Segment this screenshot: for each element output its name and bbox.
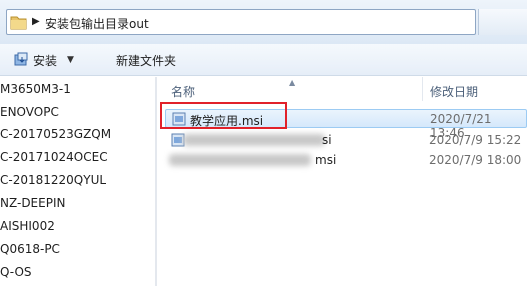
breadcrumb-arrow-icon[interactable]: ▶ xyxy=(32,16,40,27)
column-date-header[interactable]: 修改日期 xyxy=(430,83,478,100)
nav-item-computer[interactable]: C-20171024OCEC xyxy=(0,150,108,168)
command-toolbar: 安装 ▼ 新建文件夹 xyxy=(0,44,527,76)
folder-icon xyxy=(10,16,27,30)
nav-item-computer[interactable]: AISHI002 xyxy=(0,219,55,237)
file-name: 教学应用.msi xyxy=(190,114,264,128)
file-modified-date: 2020/7/9 15:22 xyxy=(429,133,522,147)
file-modified-date: 2020/7/9 18:00 xyxy=(429,153,522,167)
new-folder-label: 新建文件夹 xyxy=(116,53,177,68)
nav-item-computer[interactable]: C-20170523GZQM xyxy=(0,127,111,145)
address-bar[interactable]: ▶ 安装包输出目录out xyxy=(6,9,476,35)
sort-ascending-icon: ▲ xyxy=(289,78,296,87)
nav-item-computer[interactable]: Q0618-PC xyxy=(0,242,60,260)
nav-item-computer[interactable]: Q-OS xyxy=(0,265,32,283)
column-header: 名称 ▲ 修改日期 xyxy=(157,77,527,101)
nav-item-computer[interactable]: M3650M3-1 xyxy=(0,82,71,100)
file-row[interactable]: 教学应用.msi 2020/7/21 13:46 xyxy=(165,109,527,140)
file-row[interactable]: msi 2020/7/9 18:00 xyxy=(165,151,527,170)
address-bar-extra xyxy=(478,9,527,35)
nav-item-computer[interactable]: C-20181220QYUL xyxy=(0,173,106,191)
file-row[interactable]: si 2020/7/9 15:22 xyxy=(165,131,527,150)
installer-icon xyxy=(14,52,28,66)
file-name: si xyxy=(322,133,332,147)
file-name: msi xyxy=(315,153,337,167)
nav-item-computer[interactable]: ENOVOPC xyxy=(0,105,59,123)
column-name-header[interactable]: 名称 xyxy=(171,83,195,100)
redacted-filename-blur xyxy=(183,134,325,146)
column-divider[interactable] xyxy=(422,77,423,101)
navigation-pane: M3650M3-1 ENOVOPC C-20170523GZQM C-20171… xyxy=(0,77,155,286)
chevron-down-icon[interactable]: ▼ xyxy=(67,55,74,65)
redacted-filename-blur xyxy=(169,154,311,166)
pane-splitter[interactable] xyxy=(155,77,157,286)
nav-item-computer[interactable]: NZ-DEEPIN xyxy=(0,196,65,214)
install-label: 安装 xyxy=(33,53,58,68)
new-folder-button[interactable]: 新建文件夹 xyxy=(116,51,176,69)
breadcrumb-current-folder[interactable]: 安装包输出目录out xyxy=(45,15,149,32)
install-button[interactable]: 安装 ▼ xyxy=(13,51,74,69)
msi-file-icon xyxy=(172,112,186,126)
